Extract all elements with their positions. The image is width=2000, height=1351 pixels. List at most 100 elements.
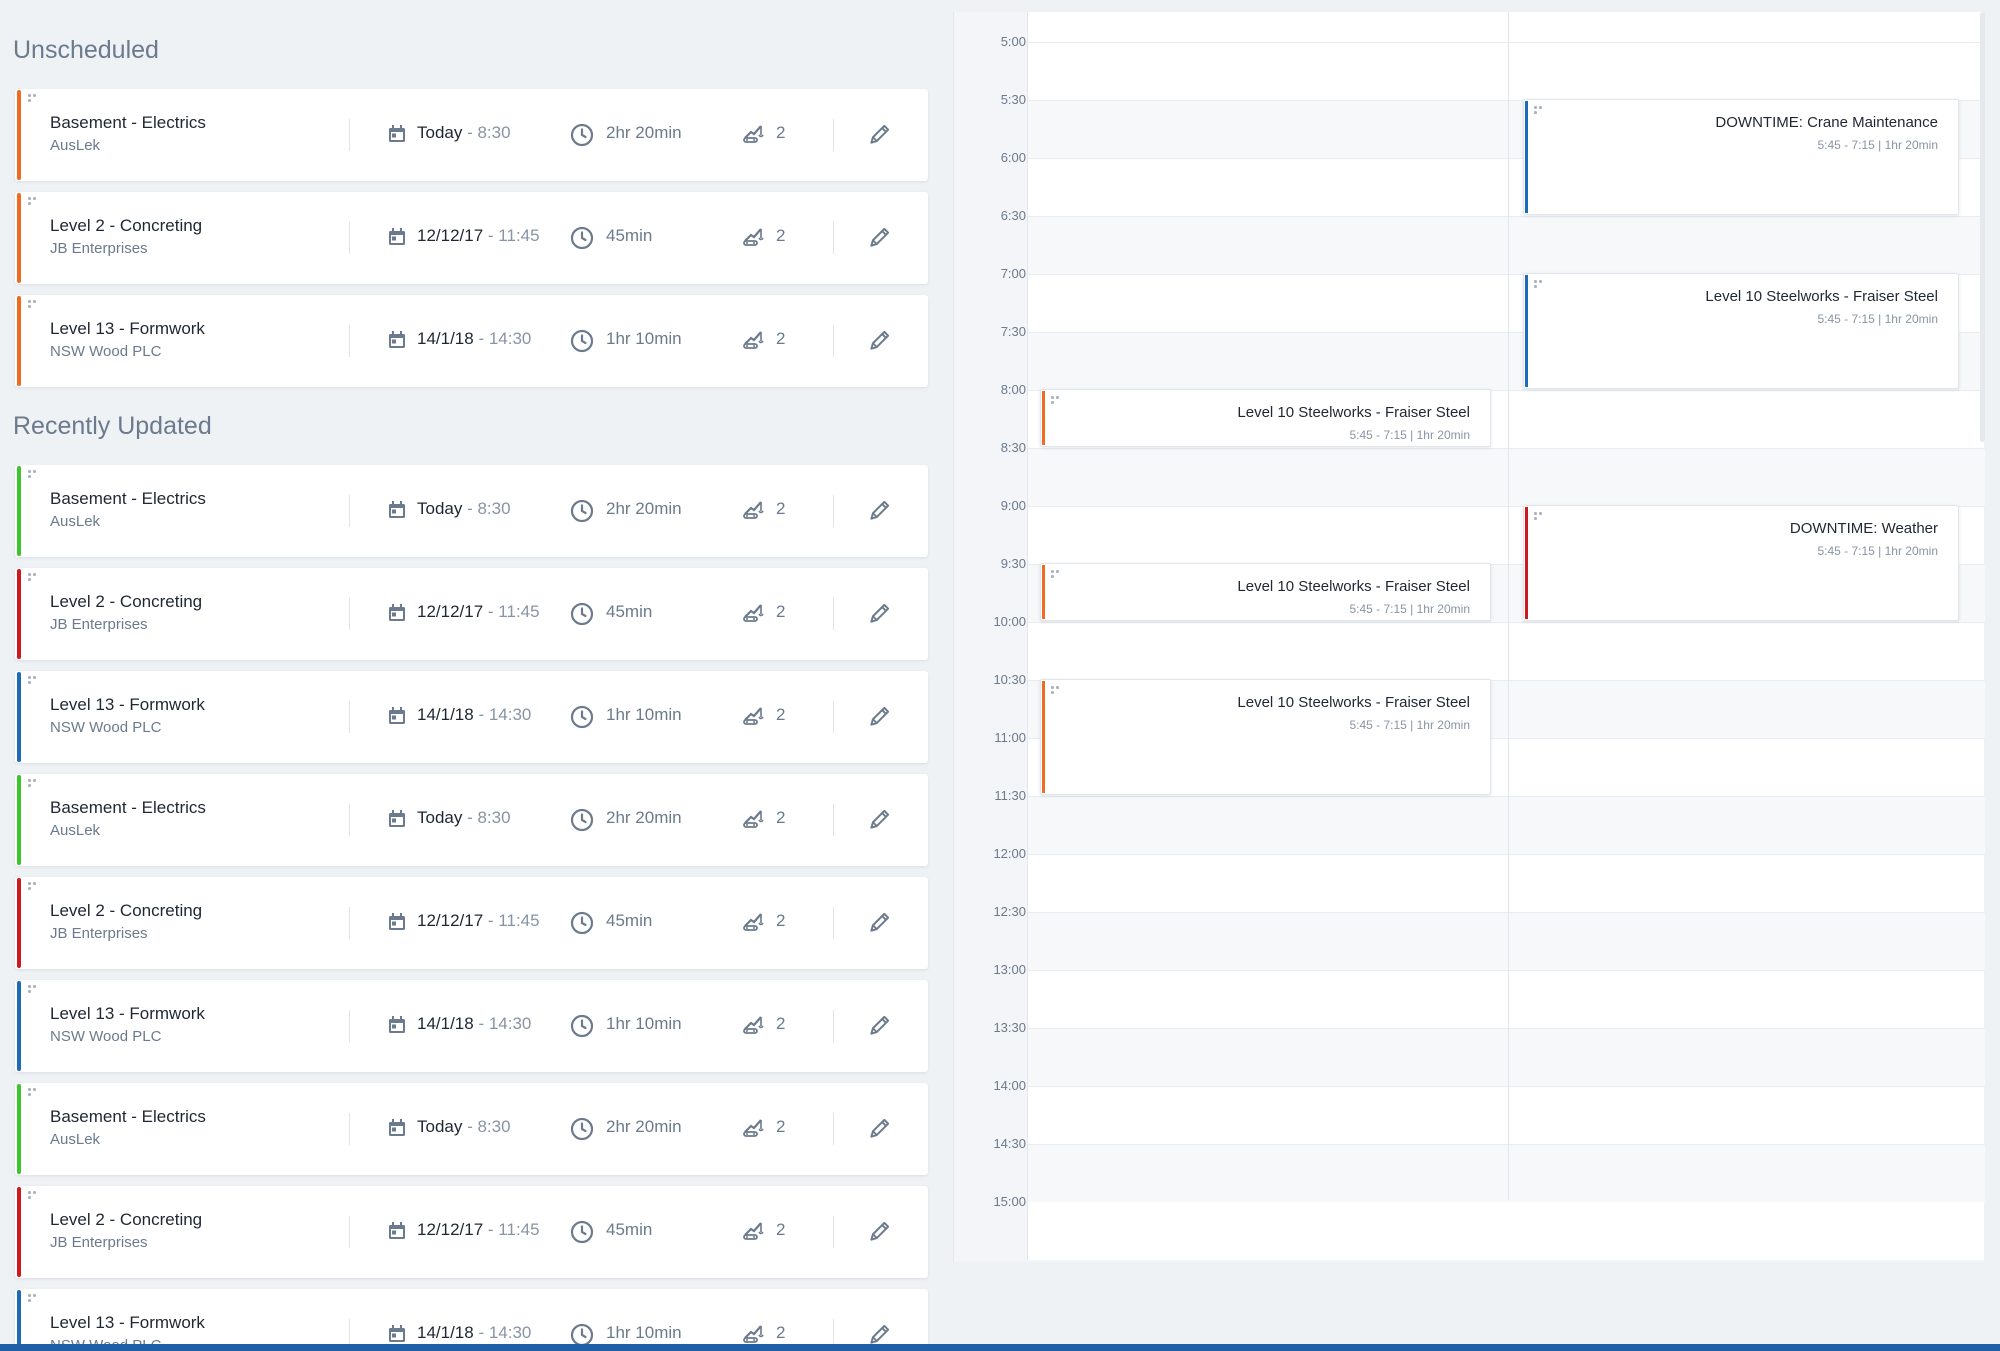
drag-handle-icon[interactable] [28,94,40,104]
time-slot[interactable] [1028,912,1985,970]
task-title: Level 2 - Concreting [50,216,203,235]
crane-icon [742,123,766,145]
calendar-icon [387,330,407,350]
edit-pencil-icon[interactable] [867,327,893,353]
status-color-bar [17,569,21,659]
edit-pencil-icon[interactable] [867,909,893,935]
event-title: DOWNTIME: Weather [1789,520,1938,537]
time-slot[interactable] [1028,796,1985,854]
event-time-range: 5:45 - 7:15 | 1hr 20min [1817,312,1938,326]
divider [833,804,834,836]
calendar-icon [387,227,407,247]
task-date: 14/1/18 - 14:30 [417,1014,531,1034]
time-label: 9:00 [1000,498,1026,513]
time-label: 11:00 [994,730,1026,745]
task-card[interactable]: Level 2 - Concreting JB Enterprises 12/12/… [15,568,928,660]
edit-pencil-icon[interactable] [867,600,893,626]
edit-pencil-icon[interactable] [867,1115,893,1141]
task-card[interactable]: Basement - Electrics AusLek Today - 8:30 2h… [15,1083,928,1175]
task-company: JB Enterprises [50,240,148,257]
time-slot[interactable] [1028,854,1985,912]
drag-handle-icon[interactable] [28,300,40,310]
calendar-event[interactable]: DOWNTIME: Weather 5:45 - 7:15 | 1hr 20min [1523,505,1959,621]
edit-pencil-icon[interactable] [867,806,893,832]
drag-handle-icon[interactable] [28,197,40,207]
drag-handle-icon[interactable] [1534,280,1546,290]
task-card[interactable]: Level 2 - Concreting JB Enterprises 12/12/… [15,877,928,969]
calendar-event[interactable]: Level 10 Steelworks - Fraiser Steel 5:45 … [1040,389,1491,447]
task-card[interactable]: Basement - Electrics AusLek Today - 8:30 2h… [15,89,928,181]
edit-pencil-icon[interactable] [867,121,893,147]
drag-handle-icon[interactable] [28,470,40,480]
clock-icon [570,1220,594,1244]
edit-pencil-icon[interactable] [867,1218,893,1244]
drag-handle-icon[interactable] [28,779,40,789]
calendar-event[interactable]: Level 10 Steelworks - Fraiser Steel 5:45 … [1040,563,1491,621]
unscheduled-heading: Unscheduled [13,36,159,64]
task-card[interactable]: Level 2 - Concreting JB Enterprises 12/12/… [15,192,928,284]
time-label: 6:30 [1000,208,1026,223]
task-card[interactable]: Level 13 - FormworkNSW Wood PLC14/1/18 -… [15,1289,928,1351]
date-value: Today [417,123,463,142]
task-duration: 1hr 10min [606,329,682,348]
drag-handle-icon[interactable] [28,1294,40,1304]
edit-pencil-icon[interactable] [867,224,893,250]
task-card[interactable]: Basement - Electrics AusLek Today - 8:30 2h… [15,465,928,557]
calendar-event[interactable]: Level 10 Steelworks - Fraiser Steel 5:45 … [1523,273,1959,389]
task-date: 14/1/18 - 14:30 [417,705,531,725]
drag-handle-icon[interactable] [1051,570,1063,580]
drag-handle-icon[interactable] [1534,512,1546,522]
status-color-bar [17,878,21,968]
time-value: - 11:45 [483,911,540,930]
time-slot[interactable] [1028,1028,1985,1086]
drag-handle-icon[interactable] [1051,396,1063,406]
time-slot[interactable] [1028,448,1985,506]
drag-handle-icon[interactable] [28,676,40,686]
status-color-bar [17,193,21,283]
time-value: - 11:45 [483,602,540,621]
task-card[interactable]: Level 13 - FormworkNSW Wood PLC14/1/18 -… [15,671,928,763]
time-slot[interactable] [1028,216,1985,274]
edit-pencil-icon[interactable] [867,1012,893,1038]
calendar-scrollbar[interactable] [1980,12,1985,442]
event-title: Level 10 Steelworks - Fraiser Steel [1237,694,1470,711]
drag-handle-icon[interactable] [28,573,40,583]
task-title: Level 2 - Concreting [50,592,203,611]
drag-handle-icon[interactable] [28,985,40,995]
task-company: JB Enterprises [50,925,148,942]
drag-handle-icon[interactable] [28,882,40,892]
time-slot[interactable] [1028,970,1985,1028]
task-card[interactable]: Level 13 - FormworkNSW Wood PLC14/1/18 -… [15,980,928,1072]
time-label: 13:00 [993,962,1026,977]
task-date: Today - 8:30 [417,123,511,143]
task-card[interactable]: Level 2 - Concreting JB Enterprises 12/12/… [15,1186,928,1278]
time-slot[interactable] [1028,1086,1985,1144]
task-card[interactable]: Level 13 - FormworkNSW Wood PLC14/1/18 -… [15,295,928,387]
time-slot[interactable] [1028,1144,1985,1202]
crane-count: 2 [776,123,786,142]
drag-handle-icon[interactable] [28,1191,40,1201]
drag-handle-icon[interactable] [28,1088,40,1098]
time-slot[interactable] [1028,622,1985,680]
status-color-bar [17,775,21,865]
edit-pencil-icon[interactable] [867,703,893,729]
date-value: Today [417,499,463,518]
crane-icon [742,226,766,248]
status-color-bar [17,90,21,180]
calendar-event[interactable]: Level 10 Steelworks - Fraiser Steel 5:45 … [1040,679,1491,795]
drag-handle-icon[interactable] [1051,686,1063,696]
status-color-bar [17,296,21,386]
task-card[interactable]: Basement - Electrics AusLek Today - 8:30 2h… [15,774,928,866]
task-title: Level 13 - Formwork [50,1004,205,1023]
calendar-event[interactable]: DOWNTIME: Crane Maintenance 5:45 - 7:15 |… [1523,99,1959,215]
recently-updated-heading: Recently Updated [13,412,212,440]
calendar-icon [387,603,407,623]
event-time-range: 5:45 - 7:15 | 1hr 20min [1349,718,1470,732]
edit-pencil-icon[interactable] [867,497,893,523]
task-date: 14/1/18 - 14:30 [417,329,531,349]
divider [349,804,350,836]
drag-handle-icon[interactable] [1534,106,1546,116]
crane-count: 2 [776,329,786,348]
time-slot[interactable] [1028,42,1985,100]
calendar-grid[interactable]: DOWNTIME: Crane Maintenance 5:45 - 7:15 |… [1027,12,1985,1260]
